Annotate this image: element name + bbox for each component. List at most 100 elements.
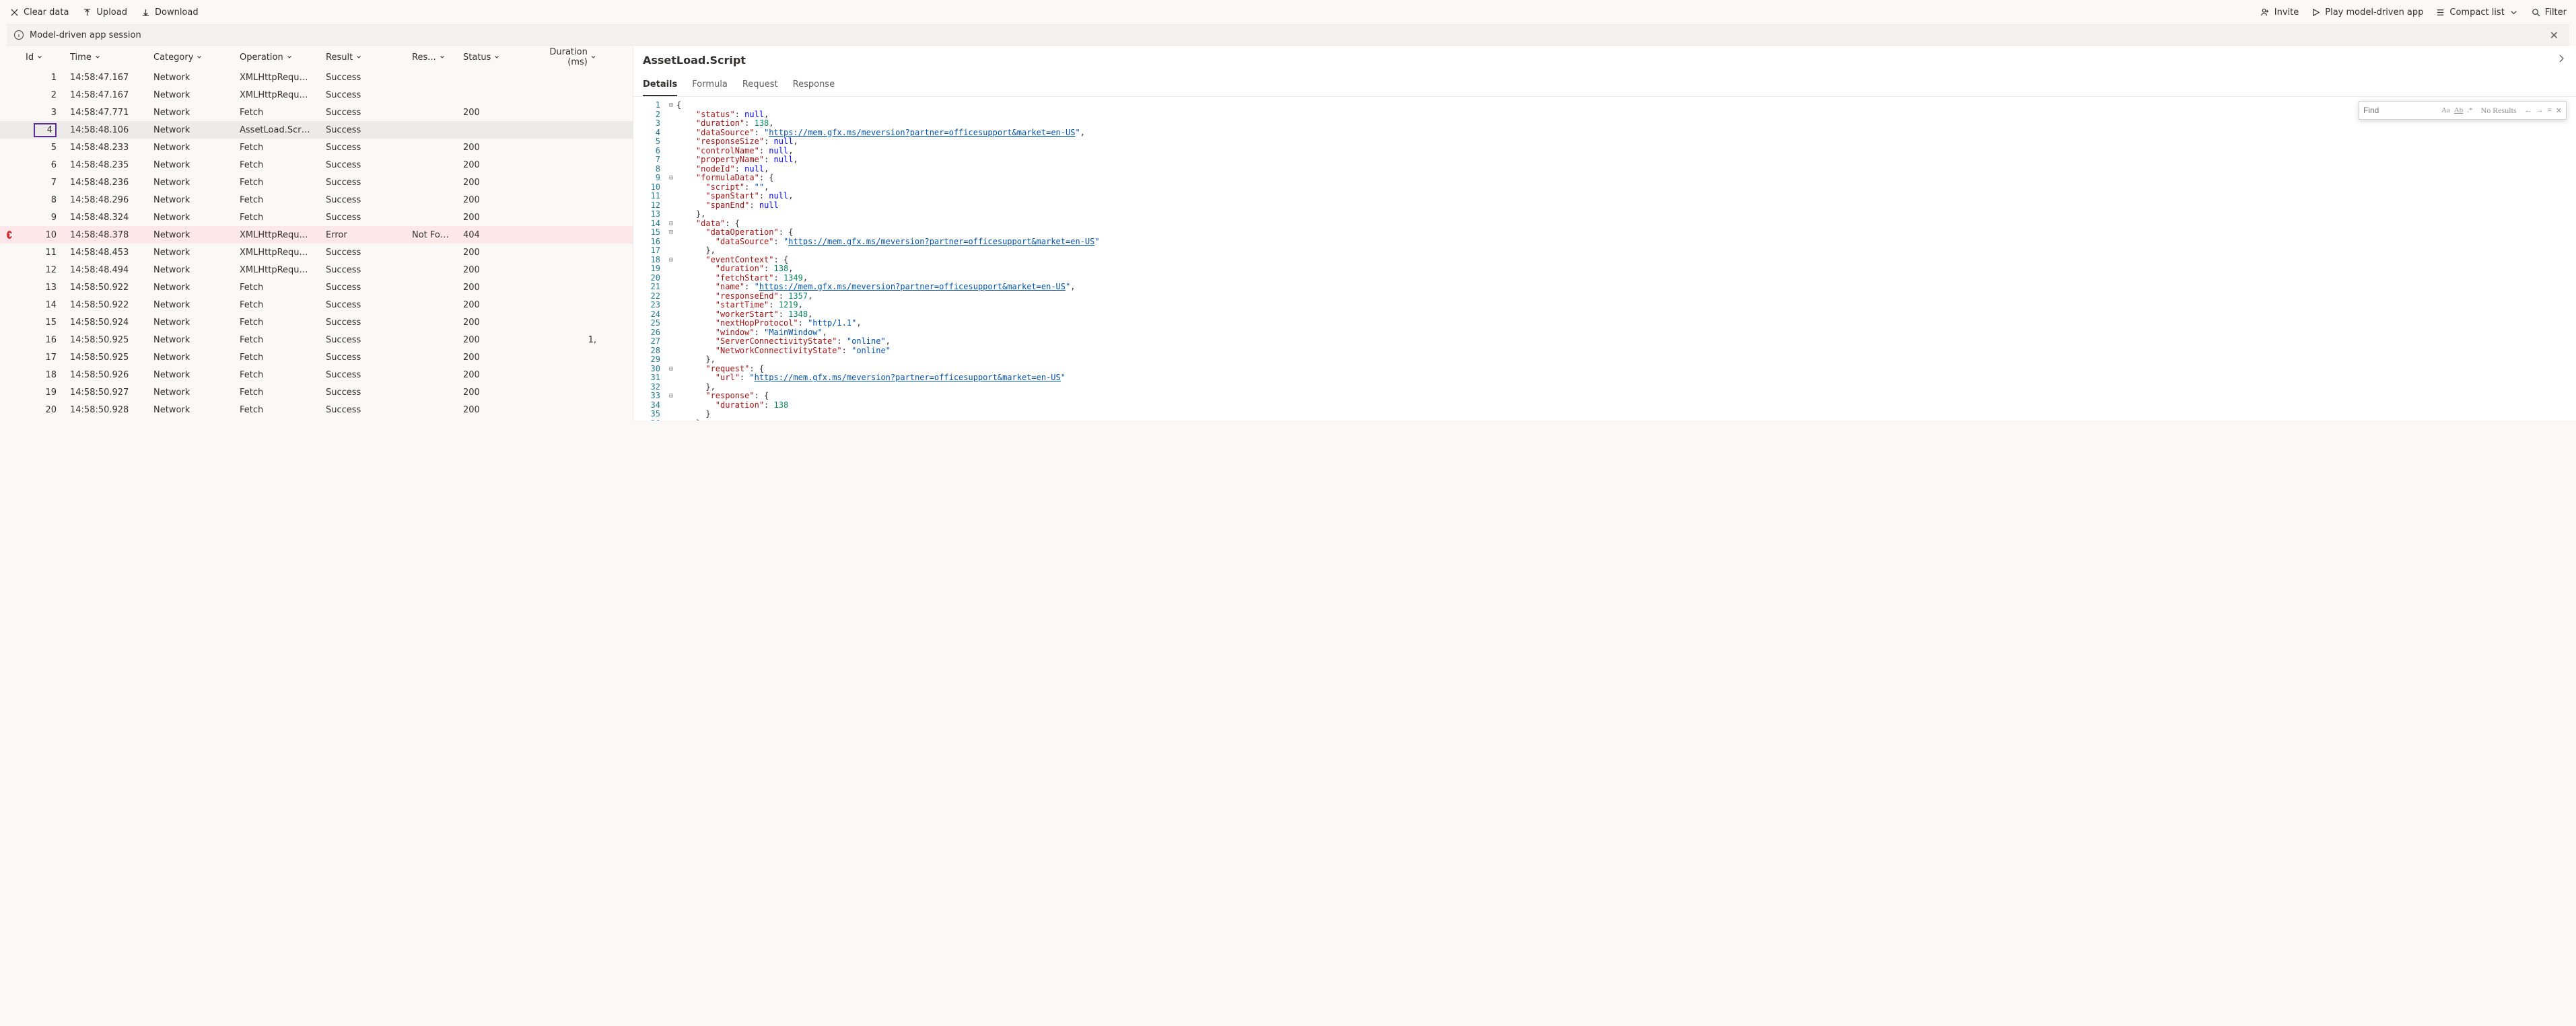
download-button[interactable]: Download (141, 7, 199, 17)
fold-toggle[interactable]: ⊟ (666, 174, 676, 183)
table-row[interactable]: 3 14:58:47.771Network FetchSuccess 200 (0, 104, 633, 121)
table-row[interactable]: 19 14:58:50.927Network FetchSuccess 200 (0, 383, 633, 401)
details-tabs: Details Formula Request Response (633, 74, 2576, 97)
table-row[interactable]: 7 14:58:48.236Network FetchSuccess 200 (0, 174, 633, 191)
find-input[interactable] (2363, 106, 2437, 115)
fold-toggle[interactable] (666, 410, 676, 419)
table-row[interactable]: 10 14:58:48.378Network XMLHttpRequestErr… (0, 226, 633, 244)
compact-label: Compact list (2449, 7, 2504, 17)
match-case-icon[interactable]: Aa (2441, 106, 2450, 114)
col-id[interactable]: Id (19, 52, 63, 63)
fold-toggle[interactable]: ⊟ (666, 219, 676, 229)
filter-icon (2531, 7, 2541, 17)
fold-toggle[interactable] (666, 119, 676, 129)
clear-data-button[interactable]: Clear data (9, 7, 69, 17)
col-res2[interactable]: Res... (405, 52, 456, 63)
table-row[interactable]: 6 14:58:48.235Network FetchSuccess 200 (0, 156, 633, 174)
info-icon (13, 30, 24, 40)
invite-button[interactable]: Invite (2260, 7, 2299, 17)
fold-toggle[interactable] (666, 310, 676, 320)
grid: Id Time Category Operation Result Res...… (0, 46, 633, 420)
fold-toggle[interactable] (666, 129, 676, 138)
col-status[interactable]: Status (456, 52, 525, 63)
find-next-icon[interactable]: → (2536, 106, 2544, 114)
fold-toggle[interactable] (666, 283, 676, 292)
tab-response[interactable]: Response (793, 74, 835, 96)
fold-toggle[interactable] (666, 137, 676, 147)
fold-toggle[interactable] (666, 319, 676, 328)
fold-toggle[interactable] (666, 301, 676, 310)
col-category[interactable]: Category (147, 52, 233, 63)
fold-toggle[interactable] (666, 373, 676, 383)
find-selection-icon[interactable]: ≡ (2548, 106, 2552, 114)
table-row[interactable]: 4 14:58:48.106Network AssetLoad.ScriptSu… (0, 121, 633, 139)
table-row[interactable]: 16 14:58:50.925Network FetchSuccess 200 … (0, 331, 633, 349)
tab-details[interactable]: Details (643, 74, 677, 96)
table-row[interactable]: 17 14:58:50.925Network FetchSuccess 200 (0, 349, 633, 366)
fold-toggle[interactable]: ⊟ (666, 365, 676, 374)
fold-toggle[interactable] (666, 292, 676, 301)
table-row[interactable]: 18 14:58:50.926Network FetchSuccess 200 (0, 366, 633, 383)
col-result[interactable]: Result (319, 52, 405, 63)
person-add-icon (2260, 7, 2270, 17)
session-bar: Model-driven app session ✕ (7, 24, 2569, 46)
col-time[interactable]: Time (63, 52, 147, 63)
fold-toggle[interactable]: ⊟ (666, 256, 676, 265)
line-gutter: 1234567891011121314151617181920212223242… (633, 97, 666, 420)
table-row[interactable]: 20 14:58:50.928Network FetchSuccess 200 (0, 401, 633, 418)
fold-toggle[interactable] (666, 110, 676, 120)
match-word-icon[interactable]: Ab (2454, 106, 2463, 114)
fold-toggle[interactable]: ⊟ (666, 228, 676, 237)
table-row[interactable]: 14 14:58:50.922Network FetchSuccess 200 (0, 296, 633, 314)
table-row[interactable]: 2 14:58:47.167Network XMLHttpRequestSucc… (0, 86, 633, 104)
tab-request[interactable]: Request (742, 74, 778, 96)
fold-toggle[interactable] (666, 165, 676, 174)
fold-toggle[interactable] (666, 210, 676, 219)
tab-formula[interactable]: Formula (692, 74, 728, 96)
fold-toggle[interactable] (666, 237, 676, 247)
fold-toggle[interactable] (666, 192, 676, 201)
fold-toggle[interactable] (666, 155, 676, 165)
grid-header: Id Time Category Operation Result Res...… (0, 46, 633, 69)
upload-label: Upload (96, 7, 127, 17)
upload-button[interactable]: Upload (82, 7, 127, 17)
fold-toggle[interactable] (666, 274, 676, 283)
fold-toggle[interactable]: ⊟ (666, 101, 676, 110)
fold-toggle[interactable]: ⊟ (666, 392, 676, 401)
fold-toggle[interactable] (666, 346, 676, 356)
table-row[interactable]: 13 14:58:50.922Network FetchSuccess 200 (0, 279, 633, 296)
fold-toggle[interactable] (666, 201, 676, 211)
fold-toggle[interactable] (666, 401, 676, 410)
table-row[interactable]: 5 14:58:48.233Network FetchSuccess 200 (0, 139, 633, 156)
table-row[interactable]: 11 14:58:48.453Network XMLHttpRequestSuc… (0, 244, 633, 261)
table-row[interactable]: 15 14:58:50.924Network FetchSuccess 200 (0, 314, 633, 331)
fold-toggle[interactable] (666, 383, 676, 392)
table-row[interactable]: 9 14:58:48.324Network FetchSuccess 200 (0, 209, 633, 226)
filter-button[interactable]: Filter (2531, 7, 2567, 17)
fold-toggle[interactable] (666, 264, 676, 274)
table-row[interactable]: 12 14:58:48.494Network XMLHttpRequestSuc… (0, 261, 633, 279)
grid-scroll[interactable]: Id Time Category Operation Result Res...… (0, 46, 633, 420)
chevron-down-icon (439, 54, 446, 61)
expand-button[interactable] (2556, 53, 2567, 67)
fold-toggle[interactable] (666, 183, 676, 192)
session-close-button[interactable]: ✕ (2546, 29, 2563, 42)
chevron-down-icon (286, 54, 293, 61)
col-duration[interactable]: Duration (ms) (525, 47, 603, 67)
chevron-down-icon (196, 54, 203, 61)
json-editor[interactable]: 1234567891011121314151617181920212223242… (633, 97, 2576, 420)
fold-toggle[interactable] (666, 337, 676, 346)
play-app-button[interactable]: Play model-driven app (2311, 7, 2423, 17)
regex-icon[interactable]: .* (2467, 106, 2472, 114)
fold-toggle[interactable] (666, 246, 676, 256)
table-row[interactable]: 8 14:58:48.296Network FetchSuccess 200 (0, 191, 633, 209)
compact-list-button[interactable]: Compact list (2435, 7, 2518, 17)
fold-toggle[interactable] (666, 328, 676, 338)
fold-toggle[interactable] (666, 147, 676, 156)
fold-toggle[interactable] (666, 355, 676, 365)
find-prev-icon[interactable]: ← (2525, 106, 2532, 114)
col-operation[interactable]: Operation (233, 52, 319, 63)
fold-toggle[interactable] (666, 419, 676, 421)
table-row[interactable]: 1 14:58:47.167Network XMLHttpRequestSucc… (0, 69, 633, 86)
find-close-icon[interactable]: ✕ (2556, 106, 2562, 115)
